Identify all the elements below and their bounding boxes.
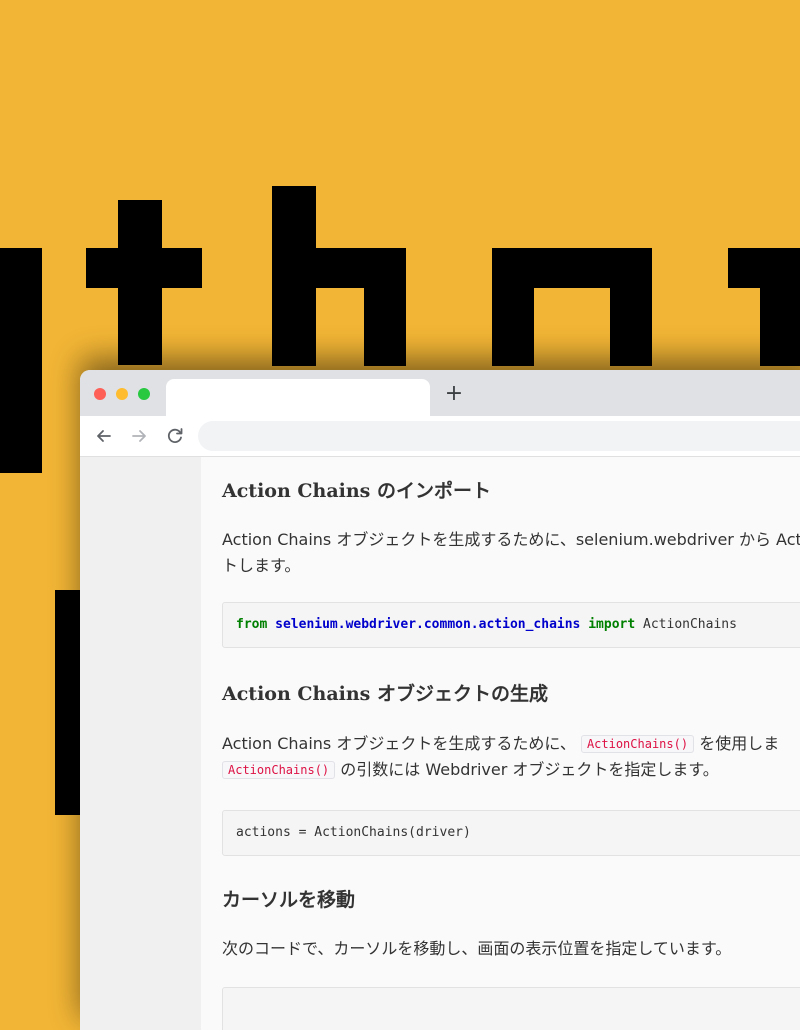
code-keyword: from (236, 617, 268, 632)
code-block-move (222, 987, 800, 1030)
paragraph-text: を使用しま (699, 734, 780, 753)
code-block-import: from selenium.webdriver.common.action_ch… (222, 602, 800, 648)
code-block-create: actions = ActionChains(driver) (222, 810, 800, 856)
section-heading-move: カーソルを移動 (222, 889, 356, 911)
minimize-window-button[interactable] (116, 388, 128, 400)
browser-toolbar (80, 416, 800, 457)
browser-titlebar: + (80, 370, 800, 416)
paragraph-text: の引数には Webdriver オブジェクトを指定します。 (340, 760, 719, 779)
arrow-right-icon (132, 430, 146, 442)
close-window-button[interactable] (94, 388, 106, 400)
code-keyword: import (588, 617, 636, 632)
code-module: selenium.webdriver.common.action_chains (275, 617, 581, 632)
section-heading-import: Action Chains のインポート (222, 480, 491, 502)
maximize-window-button[interactable] (138, 388, 150, 400)
inline-code: ActionChains() (222, 761, 336, 779)
inline-code: ActionChains() (580, 735, 695, 753)
section-paragraph-import: Action Chains オブジェクトを生成するために、selenium.we… (222, 527, 800, 579)
sidebar (80, 457, 201, 1030)
code-name: ActionChains (643, 617, 737, 632)
arrow-left-icon (97, 430, 111, 442)
browser-tab[interactable] (166, 379, 430, 416)
section-heading-create: Action Chains オブジェクトの生成 (222, 683, 548, 705)
paragraph-line: トします。 (222, 556, 301, 575)
paragraph-line: Action Chains オブジェクトを生成するために、selenium.we… (222, 530, 800, 549)
reload-button[interactable] (164, 425, 186, 447)
section-paragraph-move: 次のコードで、カーソルを移動し、画面の表示位置を指定しています。 (222, 939, 732, 958)
forward-button[interactable] (128, 425, 150, 447)
page-viewport: Action Chains のインポート Action Chains オブジェク… (80, 457, 800, 1030)
new-tab-button[interactable]: + (442, 382, 466, 406)
paragraph-text: Action Chains オブジェクトを生成するために、 (222, 734, 576, 753)
back-button[interactable] (93, 425, 115, 447)
section-paragraph-create: Action Chains オブジェクトを生成するために、 ActionChai… (222, 731, 779, 783)
reload-icon (167, 428, 183, 443)
address-bar[interactable] (198, 421, 800, 451)
browser-window: + Action Chains のインポート Action Chains オブジ… (80, 370, 800, 1030)
